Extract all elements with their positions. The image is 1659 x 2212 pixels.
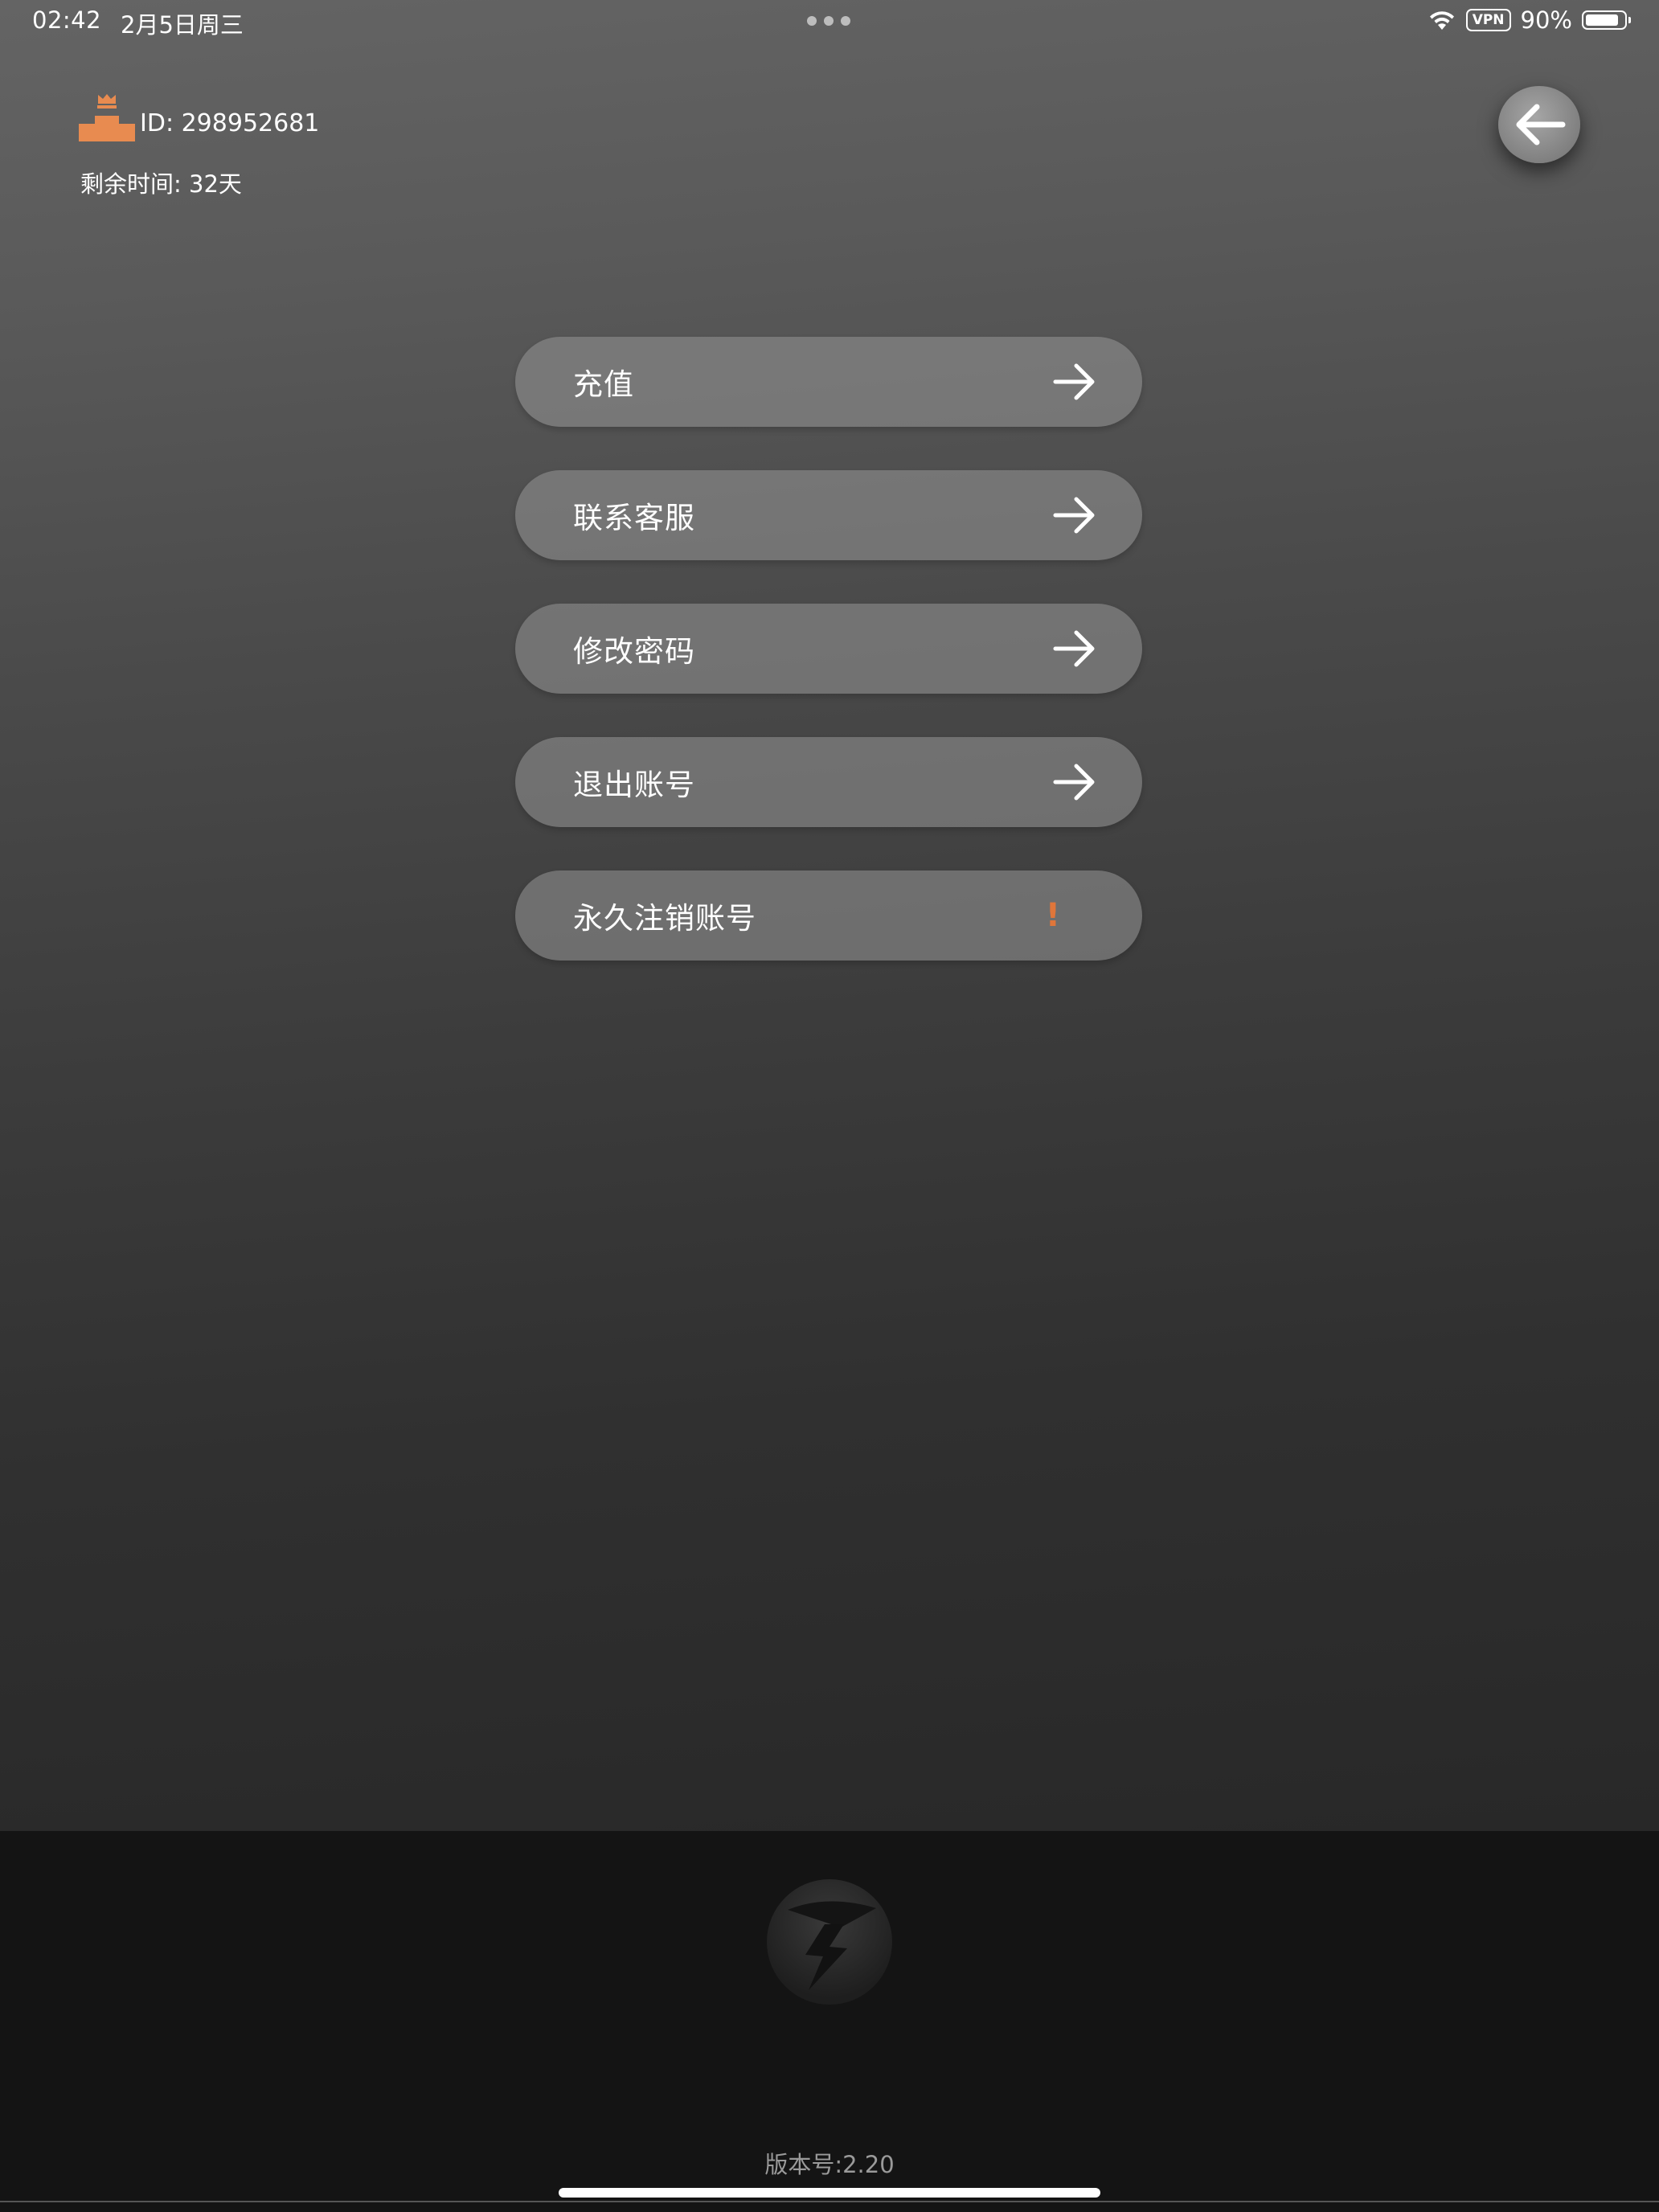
crown-podium-icon [79, 94, 135, 141]
arrow-left-icon [1516, 104, 1566, 145]
arrow-right-icon [1053, 764, 1095, 801]
arrow-right-icon [1053, 363, 1095, 400]
recharge-button[interactable]: 充值 [515, 337, 1142, 427]
lightning-logo-icon [767, 1879, 892, 2005]
home-indicator[interactable] [559, 2188, 1100, 2198]
logout-button[interactable]: 退出账号 [515, 737, 1142, 827]
status-time: 02:42 [32, 6, 102, 34]
settings-screen: 02:42 2月5日周三 VPN 90% ID: 298952681 剩余时间:… [0, 0, 1659, 1831]
divider [0, 2201, 1659, 2202]
logout-label: 退出账号 [573, 768, 695, 802]
user-id: ID: 298952681 [140, 109, 320, 137]
delete-account-label: 永久注销账号 [573, 901, 756, 936]
vpn-badge: VPN [1465, 9, 1511, 31]
battery-icon [1582, 10, 1631, 30]
arrow-right-icon [1053, 630, 1095, 667]
wifi-icon [1429, 11, 1454, 30]
multitasking-dots-icon[interactable] [807, 16, 850, 26]
back-button[interactable] [1498, 86, 1580, 163]
arrow-right-icon [1053, 497, 1095, 534]
remaining-time: 剩余时间: 32天 [80, 170, 242, 198]
status-date: 2月5日周三 [121, 11, 244, 39]
version-label: 版本号:2.20 [764, 2151, 895, 2178]
contact-support-label: 联系客服 [573, 501, 695, 535]
contact-support-button[interactable]: 联系客服 [515, 470, 1142, 560]
battery-percent: 90% [1520, 6, 1572, 34]
recharge-label: 充值 [573, 367, 634, 402]
status-indicators: VPN 90% [1428, 6, 1631, 34]
change-password-label: 修改密码 [573, 634, 695, 669]
change-password-button[interactable]: 修改密码 [515, 604, 1142, 694]
warning-icon: ! [1045, 897, 1060, 934]
delete-account-button[interactable]: 永久注销账号 ! [515, 870, 1142, 961]
